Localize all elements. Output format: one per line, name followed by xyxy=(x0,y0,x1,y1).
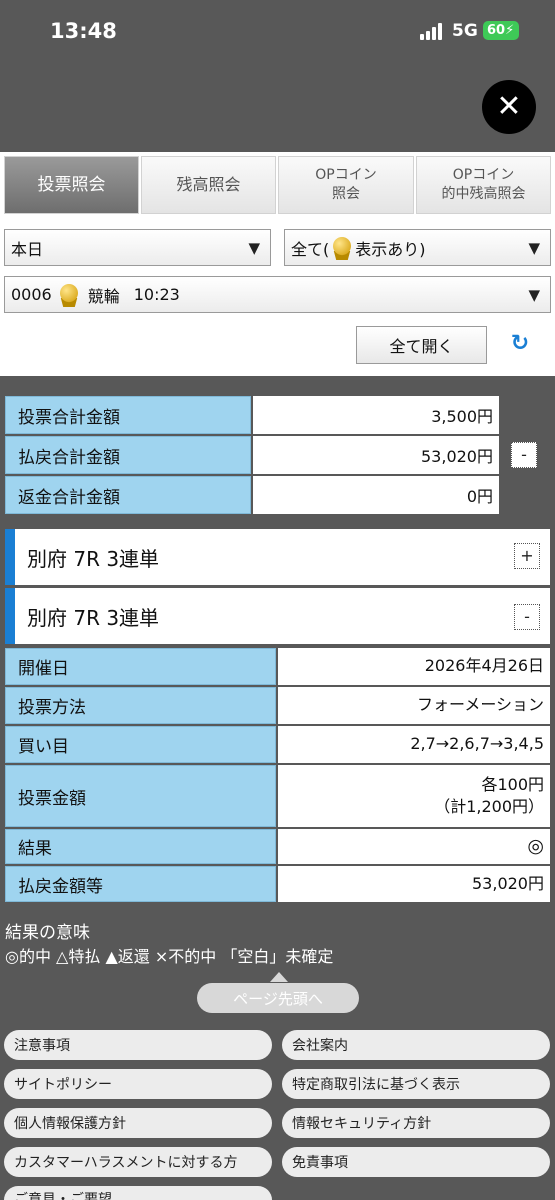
summary-label: 返金合計金額 xyxy=(5,476,251,514)
tab-label: 投票照会 xyxy=(37,174,106,195)
legend-title: 結果の意味 xyxy=(5,923,90,943)
up-arrow-icon xyxy=(270,972,288,982)
detail-value: フォーメーション xyxy=(416,695,544,715)
dropdown-arrow-icon: ▼ xyxy=(528,239,540,257)
detail-value-total: （計1,200円） xyxy=(434,797,544,816)
detail-label: 投票方法 xyxy=(5,687,276,724)
display-filter-prefix: 全て( xyxy=(291,239,330,259)
display-filter-suffix: 表示あり) xyxy=(355,239,426,259)
network-type: 5G xyxy=(452,21,478,41)
tab-opcoin-inquiry[interactable]: OPコイン 照会 xyxy=(278,156,414,214)
summary-value: 53,020円 xyxy=(253,436,499,474)
display-filter-select[interactable]: 全て( 表示あり) ▼ xyxy=(284,229,551,266)
tab-label-line2: 的中残高照会 xyxy=(441,186,526,202)
detail-row: 投票金額 各100円 （計1,200円） xyxy=(5,765,550,827)
status-bar: 13:48 5G 60⚡ xyxy=(0,0,555,62)
medal-icon xyxy=(331,236,353,260)
page-top-button[interactable]: ページ先頭へ xyxy=(197,983,359,1013)
detail-value: 2026年4月26日 xyxy=(424,656,544,676)
refresh-icon[interactable]: ↻ xyxy=(508,332,532,356)
tab-label-line2: 照会 xyxy=(332,186,360,202)
summary-label: 投票合計金額 xyxy=(5,396,251,434)
footer-link[interactable]: 特定商取引法に基づく表示 xyxy=(282,1069,550,1099)
summary-row: 投票合計金額 3,500円 xyxy=(5,396,499,434)
footer-link[interactable]: サイトポリシー xyxy=(4,1069,272,1099)
race-time: 10:23 xyxy=(133,285,180,304)
open-all-button[interactable]: 全て開く xyxy=(356,326,487,364)
tab-label-line1: OPコイン xyxy=(452,167,515,184)
race-title: 別府 7R 3連単 xyxy=(27,546,160,571)
detail-row: 開催日 2026年4月26日 xyxy=(5,648,550,685)
footer-link[interactable]: カスタマーハラスメントに対する方 xyxy=(4,1147,272,1177)
detail-row: 払戻金額等 53,020円 xyxy=(5,866,550,902)
battery-level: 60 xyxy=(487,23,506,38)
tab-vote-inquiry[interactable]: 投票照会 xyxy=(4,156,139,214)
race-expand-button[interactable]: + xyxy=(514,543,540,569)
date-select[interactable]: 本日 ▼ xyxy=(4,229,271,266)
summary-row: 返金合計金額 0円 xyxy=(5,476,499,514)
tab-label-line1: OPコイン xyxy=(315,167,377,184)
summary-value: 0円 xyxy=(253,476,499,514)
detail-label: 結果 xyxy=(5,829,276,864)
medal-icon xyxy=(58,283,80,307)
detail-label: 開催日 xyxy=(5,648,276,685)
control-panel: 投票照会 残高照会 OPコイン 照会 OPコイン 的中残高照会 本日 ▼ 全て(… xyxy=(0,152,555,376)
legend-text: ◎的中 △特払 ▲返還 ×不的中 「空白」未確定 xyxy=(5,947,334,966)
footer-link[interactable]: 情報セキュリティ方針 xyxy=(282,1108,550,1138)
footer-link[interactable]: ご意見・ご要望 xyxy=(4,1186,272,1200)
footer-link[interactable]: 個人情報保護方針 xyxy=(4,1108,272,1138)
race-sport: 競輪 xyxy=(87,286,120,306)
tab-bar: 投票照会 残高照会 OPコイン 照会 OPコイン 的中残高照会 xyxy=(4,156,551,214)
race-header[interactable]: 別府 7R 3連単 xyxy=(5,529,550,585)
race-code: 0006 xyxy=(11,285,52,304)
dropdown-arrow-icon: ▼ xyxy=(248,239,260,257)
signal-icon xyxy=(420,22,446,40)
footer-link[interactable]: 免責事項 xyxy=(282,1147,550,1177)
detail-value: 2,7→2,6,7→3,4,5 xyxy=(410,734,544,754)
detail-value: 各100円 xyxy=(481,774,544,794)
detail-row: 買い目 2,7→2,6,7→3,4,5 xyxy=(5,726,550,763)
detail-label: 投票金額 xyxy=(5,765,276,827)
race-select[interactable]: 0006 競輪 10:23 ▼ xyxy=(4,276,551,313)
race-header[interactable]: 別府 7R 3連単 xyxy=(5,588,550,644)
footer-link[interactable]: 注意事項 xyxy=(4,1030,272,1060)
tab-balance-inquiry[interactable]: 残高照会 xyxy=(141,156,276,214)
battery-icon: 60⚡ xyxy=(483,21,519,40)
dropdown-arrow-icon: ▼ xyxy=(528,286,540,304)
footer-link[interactable]: 会社案内 xyxy=(282,1030,550,1060)
result-mark: ◎ xyxy=(527,835,544,858)
summary-value: 3,500円 xyxy=(253,396,499,434)
date-select-value: 本日 xyxy=(11,239,44,259)
status-time: 13:48 xyxy=(50,19,117,43)
close-button[interactable]: ✕ xyxy=(482,80,536,134)
detail-row: 結果 ◎ xyxy=(5,829,550,864)
summary-row: 払戻合計金額 53,020円 xyxy=(5,436,499,474)
race-title: 別府 7R 3連単 xyxy=(27,605,160,630)
detail-row: 投票方法 フォーメーション xyxy=(5,687,550,724)
summary-label: 払戻合計金額 xyxy=(5,436,251,474)
detail-label: 払戻金額等 xyxy=(5,866,276,902)
detail-label: 買い目 xyxy=(5,726,276,763)
detail-value: 53,020円 xyxy=(472,873,544,893)
summary-collapse-button[interactable]: - xyxy=(511,442,537,468)
tab-label: 残高照会 xyxy=(176,175,241,195)
tab-opcoin-winning-balance[interactable]: OPコイン 的中残高照会 xyxy=(416,156,551,214)
race-collapse-button[interactable]: - xyxy=(514,604,540,630)
